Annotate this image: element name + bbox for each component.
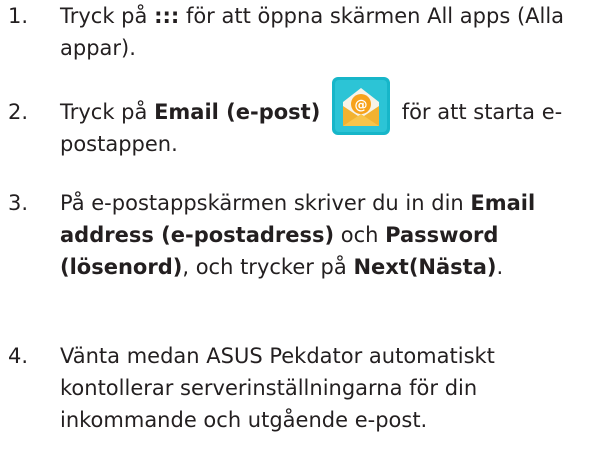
step-text: På e-postappskärmen skriver du in din Em… bbox=[60, 187, 610, 283]
all-apps-icon: ::: bbox=[154, 4, 180, 28]
step-number: 2. bbox=[8, 100, 29, 124]
step-number: 3. bbox=[8, 191, 29, 215]
step-text-part: , och trycker på bbox=[182, 255, 354, 279]
step-text: Vänta medan ASUS Pekdator automatiskt ko… bbox=[60, 344, 495, 432]
step-number: 4. bbox=[8, 344, 29, 368]
email-app-label: Email (e-post) bbox=[154, 100, 321, 124]
step-text: Tryck på ::: för att öppna skärmen All a… bbox=[60, 0, 610, 64]
step-text-part: Tryck på bbox=[60, 100, 155, 124]
step-text-part: På e-postappskärmen skriver du in din bbox=[60, 191, 471, 215]
step-number: 1. bbox=[8, 4, 29, 28]
step-text: Tryck på Email (e-post) @ för att starta… bbox=[60, 77, 610, 160]
step-text-part: Tryck på bbox=[60, 4, 155, 28]
step-text-part: och bbox=[334, 223, 386, 247]
next-label: Next(Nästa) bbox=[353, 255, 497, 279]
step-text-part: . bbox=[496, 255, 504, 279]
svg-text:@: @ bbox=[355, 98, 368, 113]
email-app-icon: @ bbox=[332, 77, 391, 135]
